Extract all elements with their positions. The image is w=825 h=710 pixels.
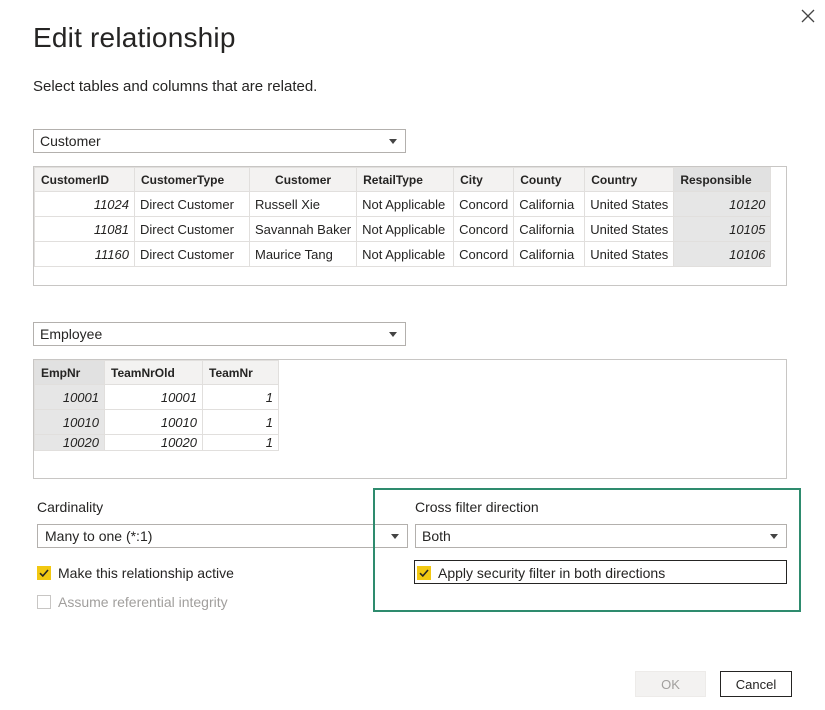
table1-select[interactable]: Customer bbox=[33, 129, 406, 153]
table-cell: Concord bbox=[453, 216, 515, 242]
table-cell: 11160 bbox=[34, 241, 135, 267]
column-header[interactable]: TeamNr bbox=[202, 360, 279, 385]
checkbox-unchecked-icon bbox=[37, 595, 51, 609]
column-header[interactable]: TeamNrOld bbox=[104, 360, 203, 385]
referential-integrity-checkbox: Assume referential integrity bbox=[37, 594, 228, 610]
table1-select-value: Customer bbox=[40, 133, 101, 149]
table-cell: 10020 bbox=[34, 434, 105, 451]
table-cell: 1 bbox=[202, 434, 279, 451]
table2-preview[interactable]: EmpNr TeamNrOld TeamNr 10001 10001 1 100… bbox=[33, 359, 787, 479]
column-header[interactable]: CustomerType bbox=[134, 167, 250, 192]
column-header[interactable]: RetailType bbox=[356, 167, 455, 192]
table-cell: 10120 bbox=[673, 191, 772, 217]
table-row: 10020 10020 1 bbox=[34, 434, 279, 451]
table-cell: 10106 bbox=[673, 241, 772, 267]
cardinality-select[interactable]: Many to one (*:1) bbox=[37, 524, 408, 548]
table1-preview[interactable]: CustomerID CustomerType Customer RetailT… bbox=[33, 166, 787, 286]
table2-select[interactable]: Employee bbox=[33, 322, 406, 346]
table-cell: Not Applicable bbox=[356, 191, 455, 217]
chevron-down-icon bbox=[389, 332, 397, 337]
table-cell: 10105 bbox=[673, 216, 772, 242]
close-icon bbox=[801, 9, 815, 23]
close-button[interactable] bbox=[797, 5, 819, 27]
table-cell: Direct Customer bbox=[134, 191, 250, 217]
table-cell: Russell Xie bbox=[248, 191, 358, 217]
column-header[interactable]: City bbox=[453, 167, 515, 192]
table-cell: 10010 bbox=[104, 409, 203, 435]
table-cell: 1 bbox=[202, 409, 279, 435]
cardinality-select-value: Many to one (*:1) bbox=[45, 528, 153, 544]
chevron-down-icon bbox=[389, 139, 397, 144]
table1-header-row: CustomerID CustomerType Customer RetailT… bbox=[34, 167, 772, 192]
dialog-title: Edit relationship bbox=[33, 22, 236, 53]
table-cell: 11081 bbox=[34, 216, 135, 242]
table-cell: 10020 bbox=[104, 434, 203, 451]
table-cell: California bbox=[513, 191, 586, 217]
table-cell: 1 bbox=[202, 384, 279, 410]
column-header[interactable]: Responsible bbox=[673, 167, 772, 192]
column-header[interactable]: Customer bbox=[248, 167, 358, 192]
table-cell: United States bbox=[584, 241, 675, 267]
table-cell: Concord bbox=[453, 191, 515, 217]
table-cell: Concord bbox=[453, 241, 515, 267]
table-row: 11024 Direct Customer Russell Xie Not Ap… bbox=[34, 191, 772, 217]
table-cell: Not Applicable bbox=[356, 241, 455, 267]
checkbox-checked-icon bbox=[37, 566, 51, 580]
table-cell: Not Applicable bbox=[356, 216, 455, 242]
table2-select-value: Employee bbox=[40, 326, 103, 342]
table-row: 11160 Direct Customer Maurice Tang Not A… bbox=[34, 241, 772, 267]
cardinality-label: Cardinality bbox=[37, 499, 104, 515]
table1-grid: CustomerID CustomerType Customer RetailT… bbox=[34, 167, 772, 267]
table-cell: Savannah Baker bbox=[248, 216, 358, 242]
column-header[interactable]: Country bbox=[584, 167, 675, 192]
table-cell: United States bbox=[584, 216, 675, 242]
table2-header-row: EmpNr TeamNrOld TeamNr bbox=[34, 360, 279, 385]
table-row: 11081 Direct Customer Savannah Baker Not… bbox=[34, 216, 772, 242]
table-cell: 10001 bbox=[34, 384, 105, 410]
referential-integrity-label: Assume referential integrity bbox=[58, 594, 228, 610]
make-active-label: Make this relationship active bbox=[58, 565, 234, 581]
cancel-button[interactable]: Cancel bbox=[720, 671, 792, 697]
dialog-subtitle: Select tables and columns that are relat… bbox=[33, 78, 318, 95]
column-header[interactable]: County bbox=[513, 167, 586, 192]
table-cell: United States bbox=[584, 191, 675, 217]
table-cell: California bbox=[513, 241, 586, 267]
column-header[interactable]: CustomerID bbox=[34, 167, 135, 192]
highlight-frame bbox=[373, 488, 801, 612]
table-cell: 10010 bbox=[34, 409, 105, 435]
table-cell: Direct Customer bbox=[134, 241, 250, 267]
table-cell: Direct Customer bbox=[134, 216, 250, 242]
table-cell: California bbox=[513, 216, 586, 242]
make-active-checkbox[interactable]: Make this relationship active bbox=[37, 565, 234, 581]
table-row: 10010 10010 1 bbox=[34, 409, 279, 435]
ok-button[interactable]: OK bbox=[635, 671, 706, 697]
table-cell: 10001 bbox=[104, 384, 203, 410]
table2-grid: EmpNr TeamNrOld TeamNr 10001 10001 1 100… bbox=[34, 360, 279, 451]
table-row: 10001 10001 1 bbox=[34, 384, 279, 410]
column-header[interactable]: EmpNr bbox=[34, 360, 105, 385]
table-cell: Maurice Tang bbox=[248, 241, 358, 267]
table-cell: 11024 bbox=[34, 191, 135, 217]
